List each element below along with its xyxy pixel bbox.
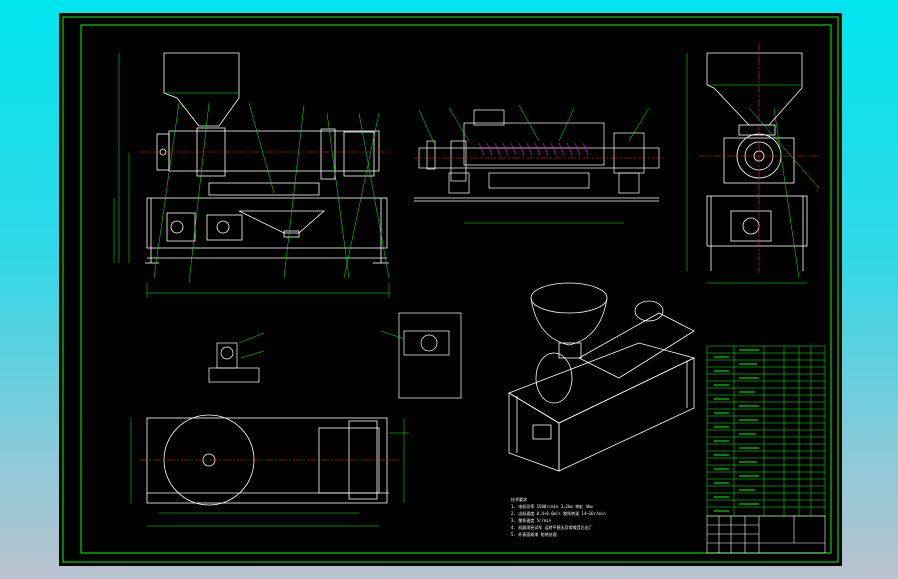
note-line: 2. 出料速度 0.4~0.6m/s 搅拌转速 14~16r/min [511,511,606,516]
section-view [414,109,660,202]
note-line: 5. 外表面刷漆 防锈处理 [511,532,557,537]
note-line: 1. 电机功率 1500r/min 3.2kw 单缸 4kw [511,504,593,509]
front-dimensions [113,53,390,298]
detail-b [380,312,462,399]
sheet-inner-border [80,24,832,554]
front-view [145,52,389,264]
sheet-outer-border [62,16,839,563]
cad-drawing [62,16,839,563]
isometric-view [508,282,696,472]
detail-a [208,332,265,383]
front-stand [146,197,388,249]
note-line: 4. 机器须经试车 运转平稳无异常噪音后出厂 [511,525,593,530]
cad-viewport[interactable]: 技术要求 1. 电机功率 1500r/min 3.2kw 单缸 4kw 2. 出… [59,13,842,566]
front-hopper [163,52,240,127]
technical-notes: 技术要求 1. 电机功率 1500r/min 3.2kw 单缸 4kw 2. 出… [511,497,701,543]
title-block [706,515,826,554]
note-line: 技术要求 [511,497,527,502]
section-screw-hatch [478,142,589,156]
front-barrel [168,130,380,172]
side-view [706,52,808,271]
top-dimensions [130,418,409,527]
note-line: 3. 搅拌速度 5r/min [511,518,552,523]
side-dimensions [686,53,820,284]
